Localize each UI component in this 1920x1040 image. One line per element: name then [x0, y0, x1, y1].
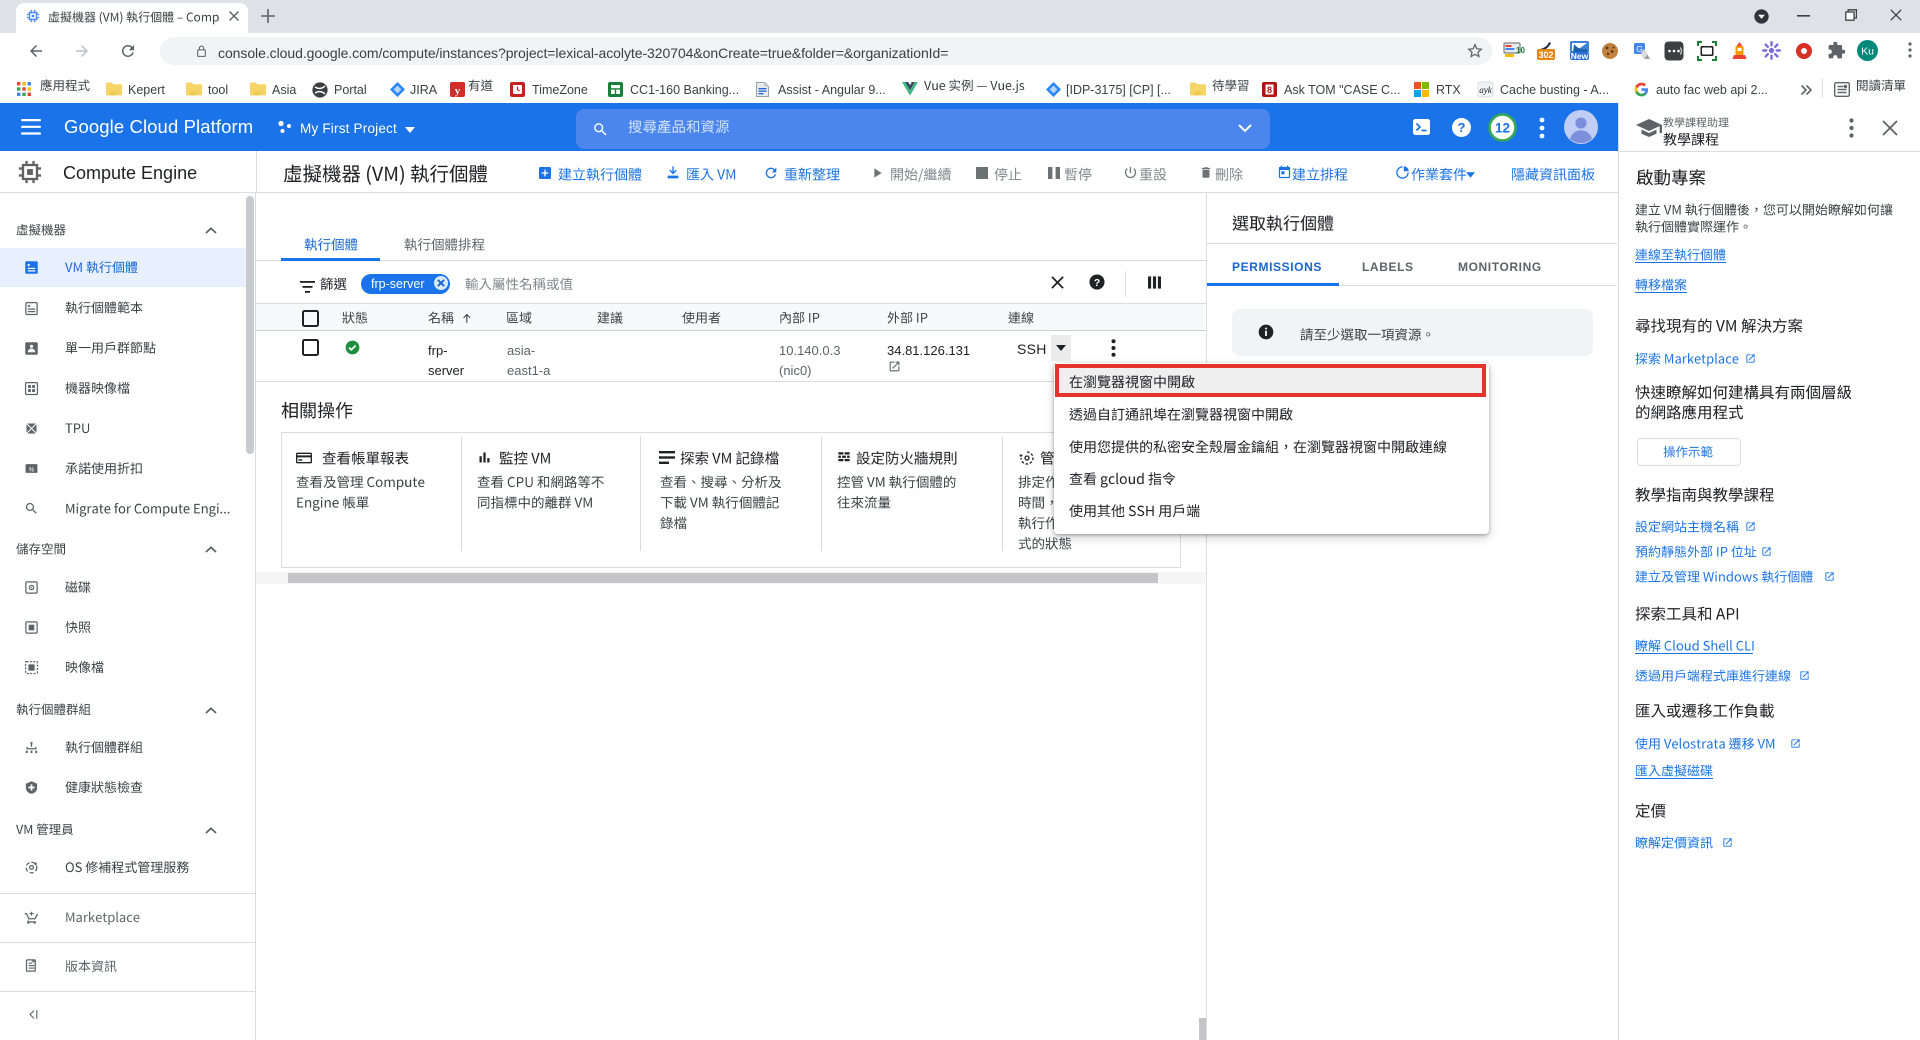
svg-text:ayk: ayk — [1479, 85, 1492, 95]
svg-text:12: 12 — [1495, 121, 1510, 136]
svg-text:y: y — [455, 85, 461, 97]
svg-text:8: 8 — [1267, 85, 1272, 95]
svg-text:?: ? — [1458, 120, 1466, 135]
svg-text:10: 10 — [1516, 46, 1525, 55]
svg-text:New: New — [1571, 51, 1589, 61]
svg-text:%: % — [29, 466, 35, 473]
svg-text:G: G — [1636, 44, 1643, 54]
svg-text:?: ? — [1094, 278, 1100, 289]
svg-text:302: 302 — [1538, 50, 1553, 60]
svg-text:Ku: Ku — [1861, 46, 1874, 58]
